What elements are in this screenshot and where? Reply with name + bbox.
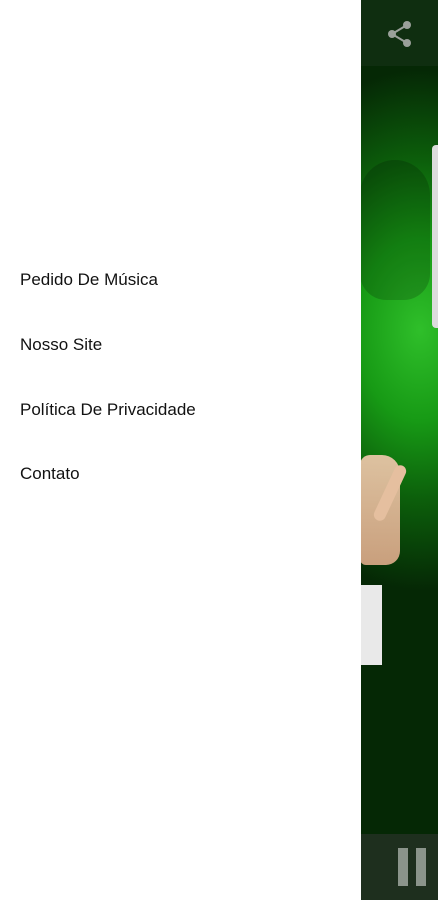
menu-item-contato[interactable]: Contato	[0, 442, 361, 507]
share-icon	[388, 21, 411, 47]
menu-item-pedido-de-musica[interactable]: Pedido De Música	[0, 248, 361, 313]
pause-icon-bar-right	[416, 848, 426, 886]
artwork-figure	[360, 160, 430, 300]
pause-button[interactable]	[398, 848, 426, 886]
menu-item-label: Nosso Site	[20, 335, 103, 355]
menu-item-label: Política De Privacidade	[20, 399, 196, 419]
share-button[interactable]	[384, 18, 416, 50]
drawer-menu: Pedido De Música Nosso Site Política De …	[0, 248, 361, 507]
menu-item-nosso-site[interactable]: Nosso Site	[0, 313, 361, 378]
pause-icon-bar-left	[398, 848, 408, 886]
side-panel-handle[interactable]	[432, 145, 438, 328]
menu-item-label: Contato	[20, 464, 80, 484]
menu-item-politica-de-privacidade[interactable]: Política De Privacidade	[0, 377, 361, 442]
menu-item-label: Pedido De Música	[20, 270, 158, 290]
artwork-sleeve	[360, 585, 382, 665]
navigation-drawer: Pedido De Música Nosso Site Política De …	[0, 0, 361, 900]
